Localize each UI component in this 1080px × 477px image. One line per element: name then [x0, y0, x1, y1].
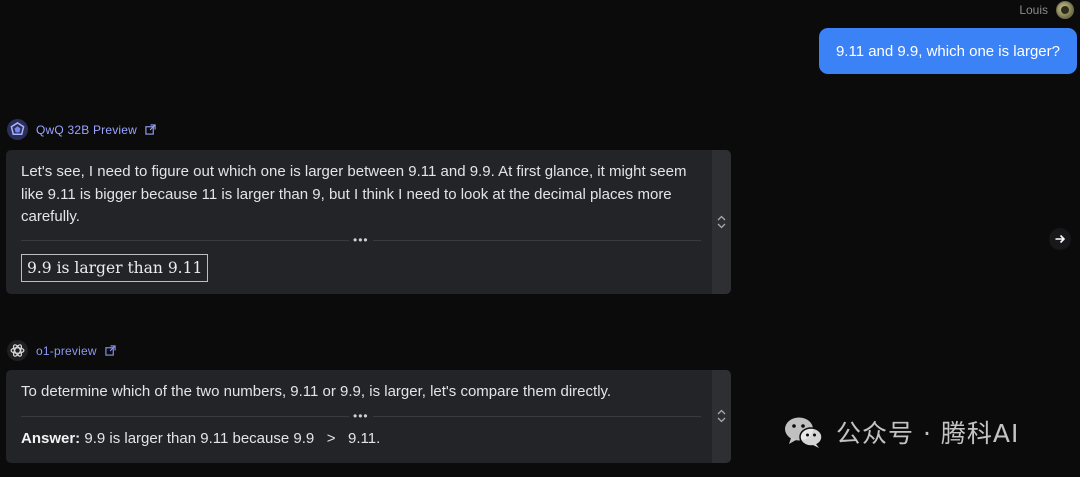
answer-label: Answer: [21, 430, 81, 447]
openai-logo-icon [7, 340, 28, 361]
chevron-up-down-icon[interactable] [716, 214, 727, 230]
response-card-o1: To determine which of the two numbers, 9… [6, 370, 731, 463]
arrow-right-icon [1055, 234, 1066, 244]
expand-rail[interactable] [712, 370, 731, 463]
next-button[interactable] [1049, 228, 1071, 250]
wechat-logo-icon [785, 417, 823, 448]
expand-rail[interactable] [712, 150, 731, 294]
qwq-logo-icon [7, 119, 28, 140]
model-name-link[interactable]: o1-preview [36, 344, 97, 358]
expand-thinking-button[interactable]: ••• [349, 233, 373, 247]
chat-page: Louis 9.11 and 9.9, which one is larger?… [0, 0, 1080, 477]
response-text: To determine which of the two numbers, 9… [21, 383, 612, 400]
expand-thinking-button[interactable]: ••• [349, 409, 373, 423]
chevron-up-down-icon[interactable] [716, 408, 727, 424]
external-link-icon[interactable] [105, 345, 116, 356]
response-card-qwq: Let's see, I need to figure out which on… [6, 150, 731, 294]
answer-text: 9.9 is larger than 9.11 because 9.9 > 9.… [80, 430, 381, 447]
model-header-qwq: QwQ 32B Preview [7, 119, 156, 140]
avatar[interactable] [1056, 1, 1074, 19]
watermark-text: 公众号 · 腾科AI [836, 419, 1020, 448]
final-answer: Answer: 9.9 is larger than 9.11 because … [21, 430, 380, 447]
external-link-icon[interactable] [145, 124, 156, 135]
watermark: 公众号 · 腾科AI [782, 410, 1019, 454]
response-text: Let's see, I need to figure out which on… [21, 163, 687, 225]
model-name-link[interactable]: QwQ 32B Preview [36, 123, 137, 137]
model-header-o1: o1-preview [7, 340, 116, 361]
user-message-bubble: 9.11 and 9.9, which one is larger? [818, 28, 1077, 74]
boxed-answer: 9.9 is larger than 9.11 [21, 254, 209, 282]
user-name: Louis [1019, 3, 1048, 17]
user-header: Louis [1019, 0, 1074, 20]
